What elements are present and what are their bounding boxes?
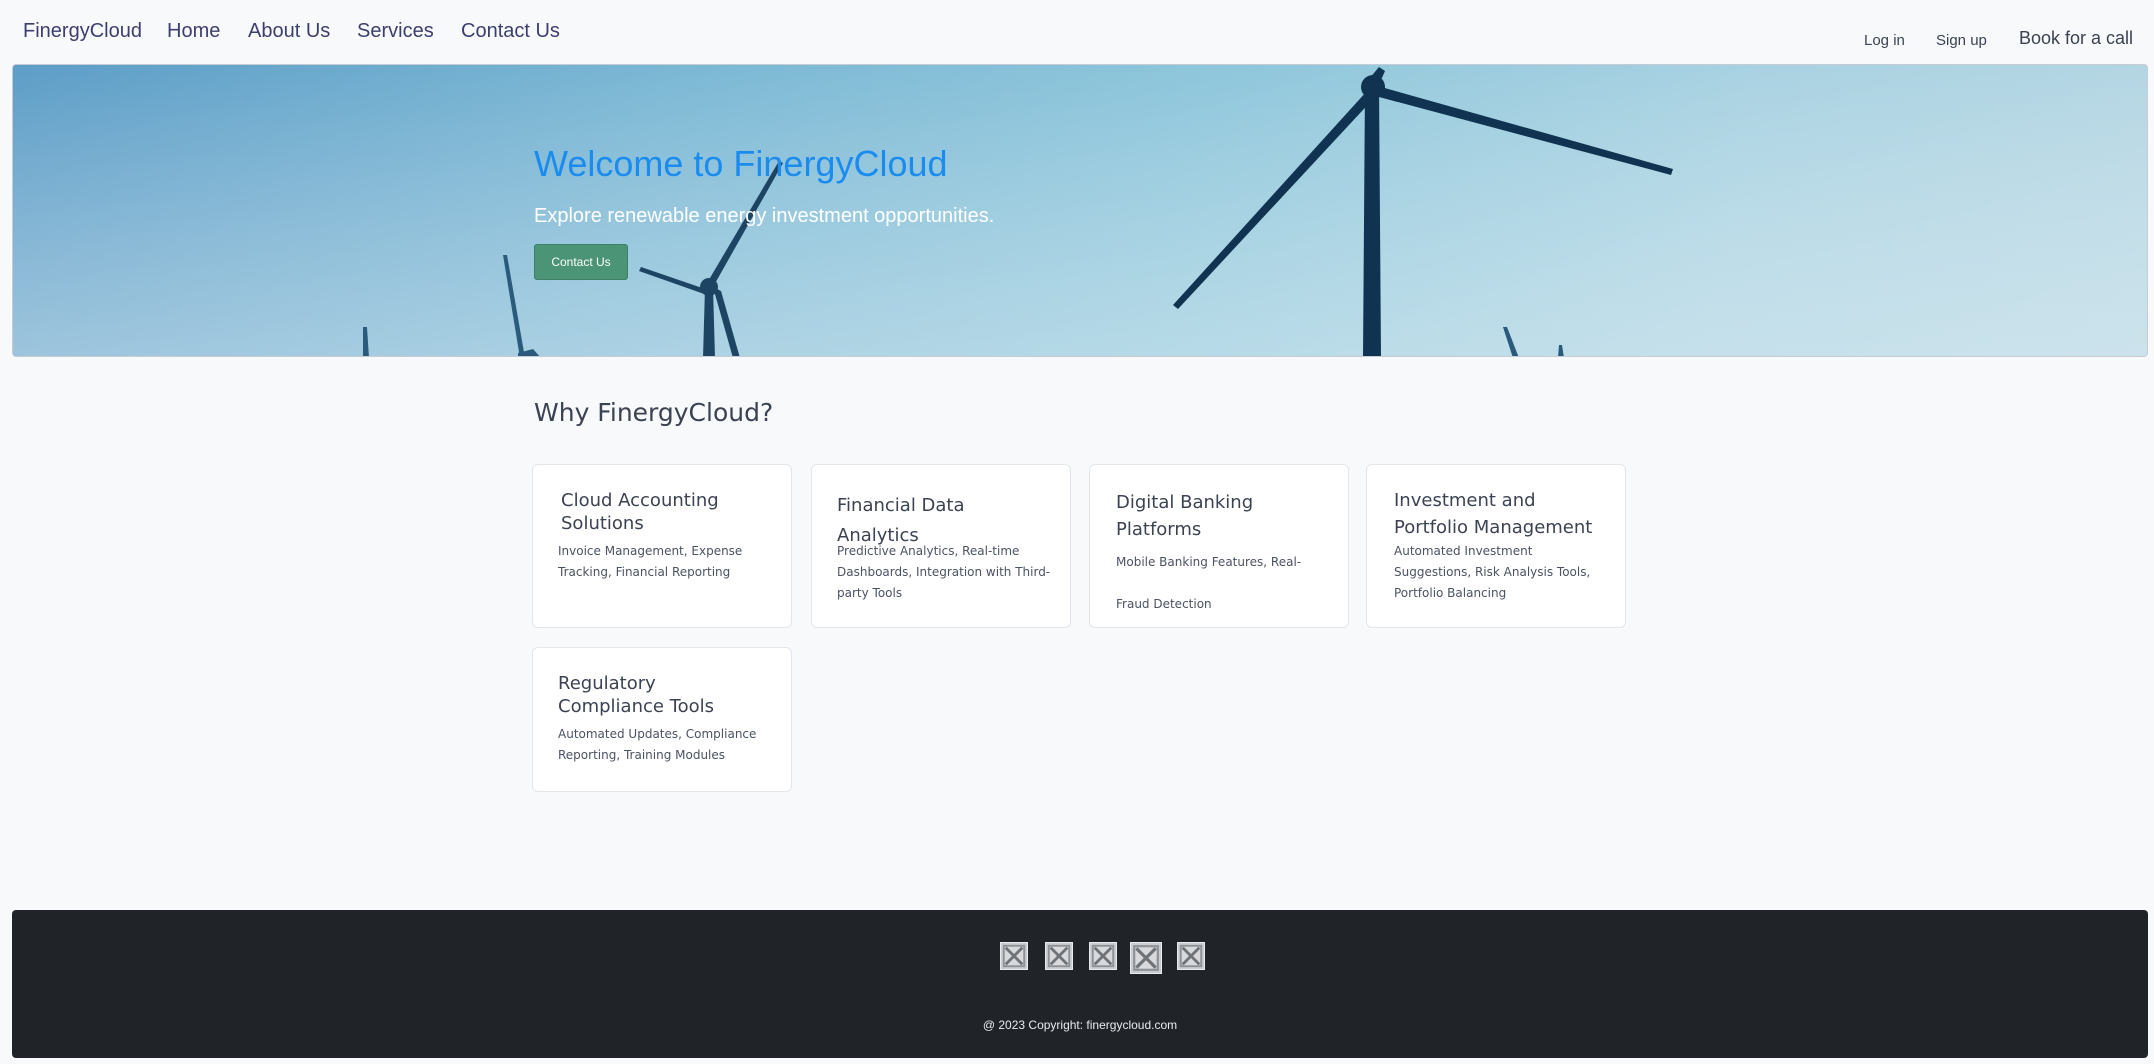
feature-card: Regulatory Compliance Tools Automated Up… xyxy=(532,647,792,792)
feature-card: Digital Banking Platforms Mobile Banking… xyxy=(1089,464,1349,628)
broken-image-icon[interactable] xyxy=(1089,942,1117,970)
nav-link-services[interactable]: Services xyxy=(357,20,434,43)
feature-card-description: Invoice Management, Expense Tracking, Fi… xyxy=(558,544,743,579)
copyright-text: @ 2023 Copyright: finergycloud.com xyxy=(982,1018,1178,1032)
hero-banner: Welcome to FinergyCloud Explore renewabl… xyxy=(12,64,2148,357)
feature-card-title: Regulatory Compliance Tools xyxy=(558,673,715,717)
hero-title: Welcome to FinergyCloud xyxy=(534,143,948,184)
nav-link-contact[interactable]: Contact Us xyxy=(461,20,560,43)
section-title: Why FinergyCloud? xyxy=(534,398,774,427)
wind-turbine-icon xyxy=(13,65,2147,356)
feature-card: Financial Data Analytics Predictive Anal… xyxy=(811,464,1071,628)
feature-card-description: Predictive Analytics, Real-time Dashboar… xyxy=(837,544,1051,600)
book-call-link[interactable]: Book for a call xyxy=(2019,28,2133,49)
feature-card-description: Mobile Banking Features, Real-Fraud Dete… xyxy=(1116,555,1302,611)
feature-card: Cloud Accounting Solutions Invoice Manag… xyxy=(532,464,792,628)
feature-card-description: Automated Updates, Compliance Reporting,… xyxy=(558,727,757,762)
hero-subtitle: Explore renewable energy investment oppo… xyxy=(534,205,995,227)
feature-card-title: Investment and Portfolio Management xyxy=(1394,490,1593,538)
feature-card-description: Automated Investment Suggestions, Risk A… xyxy=(1394,544,1591,600)
broken-image-icon[interactable] xyxy=(1177,942,1205,970)
broken-image-icon[interactable] xyxy=(1130,942,1162,974)
feature-card: Investment and Portfolio Management Auto… xyxy=(1366,464,1626,628)
contact-us-button[interactable]: Contact Us xyxy=(534,244,628,280)
navbar: FinergyCloud Home About Us Services Cont… xyxy=(0,0,2154,64)
nav-link-home[interactable]: Home xyxy=(167,20,220,43)
broken-image-icon[interactable] xyxy=(1045,942,1073,970)
broken-image-icon[interactable] xyxy=(1000,942,1028,970)
nav-link-about[interactable]: About Us xyxy=(248,20,330,43)
feature-card-title: Digital Banking Platforms xyxy=(1116,492,1254,540)
login-link[interactable]: Log in xyxy=(1864,32,1905,49)
footer: @ 2023 Copyright: finergycloud.com xyxy=(12,910,2148,1058)
signup-link[interactable]: Sign up xyxy=(1936,32,1987,49)
feature-card-title: Cloud Accounting Solutions xyxy=(561,490,719,534)
brand-link[interactable]: FinergyCloud xyxy=(23,20,142,43)
